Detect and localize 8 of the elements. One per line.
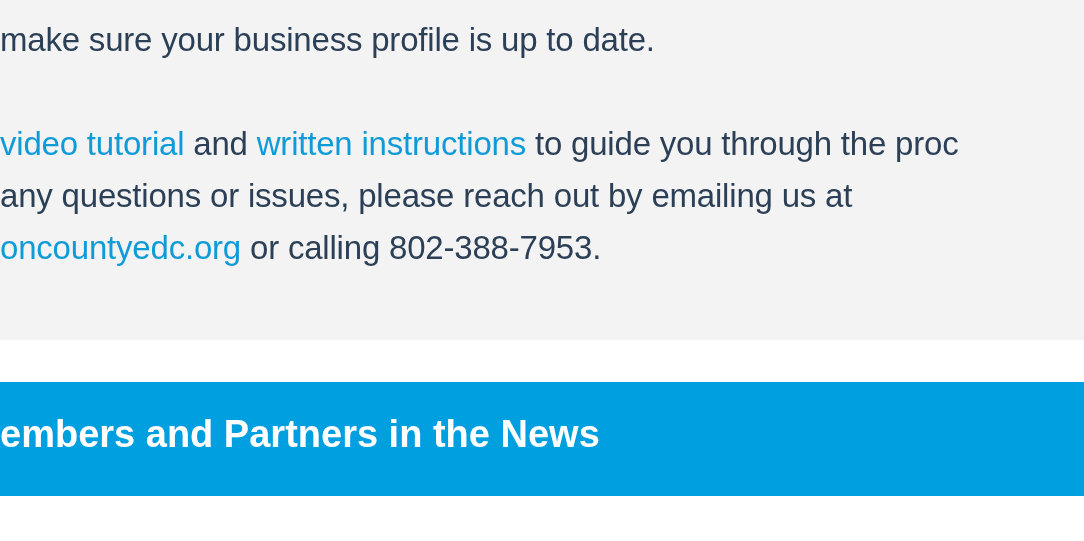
text-link[interactable]: written instructions bbox=[256, 125, 526, 162]
text-link[interactable]: video tutorial bbox=[0, 125, 185, 162]
paragraph-line: any questions or issues, please reach out by emailing us at bbox=[0, 176, 854, 216]
text-link[interactable]: oncountyedc.org bbox=[0, 229, 241, 266]
section-title: embers and Partners in the News bbox=[0, 412, 600, 458]
paragraph-line: video tutorial and written instructions to guide you through the proc bbox=[0, 124, 960, 164]
paragraph-line: oncountyedc.org or calling 802-388-7953. bbox=[0, 228, 603, 268]
paragraph-line: make sure your business profile is up to date. bbox=[0, 20, 656, 60]
